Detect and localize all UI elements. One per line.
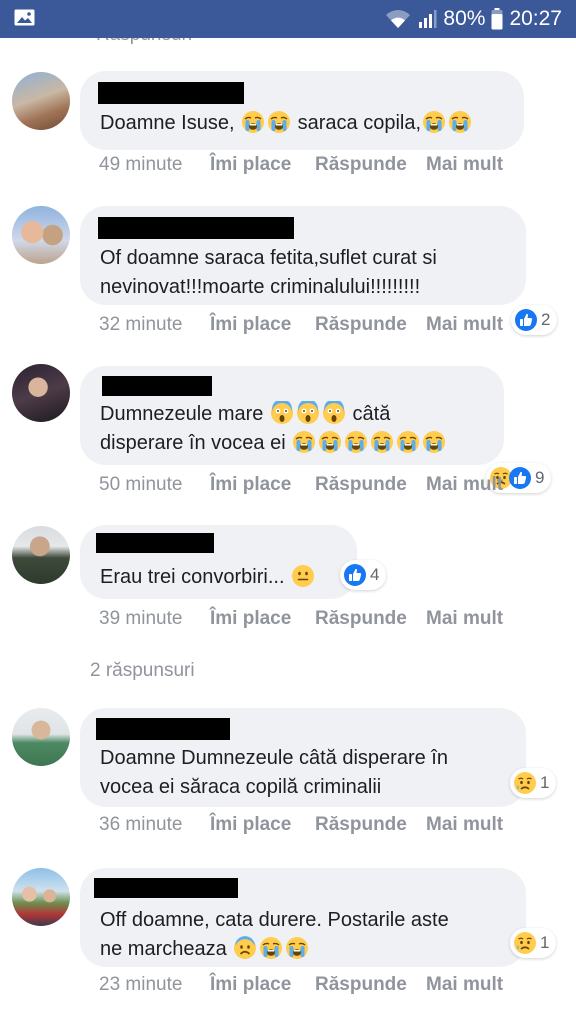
like-button[interactable]: Îmi place [210,154,291,176]
reply-button[interactable]: Răspunde [315,814,407,836]
reaction-summary[interactable]: 1 [510,768,557,798]
redacted-author-name [98,217,294,239]
comment-text: Off doamne, cata durere. Postarile aste … [100,909,449,960]
avatar[interactable] [12,708,70,766]
avatar[interactable] [12,526,70,584]
reaction-count: 4 [370,565,380,584]
like-reaction-icon [343,563,367,587]
reaction-count: 1 [540,773,550,792]
comment-time[interactable]: 23 minute [99,974,182,996]
like-button[interactable]: Îmi place [210,314,291,336]
sad-tear-emoji [513,771,537,795]
crying-emoji [396,430,420,454]
comment-time[interactable]: 39 minute [99,608,182,630]
comment-bubble[interactable]: Doamne Isuse, saraca copila, [80,71,524,150]
scream-emoji [270,401,294,425]
reaction-count: 1 [540,933,550,952]
reaction-count: 2 [541,310,551,329]
comment-time[interactable]: 32 minute [99,314,182,336]
like-button[interactable]: Îmi place [210,974,291,996]
image-icon [14,9,35,26]
scream-emoji [296,401,320,425]
crying-emoji [344,430,368,454]
redacted-author-name [98,82,244,104]
comment-bubble[interactable]: Erau trei convorbiri... [80,525,357,599]
comment-bubble[interactable]: Of doamne saraca fetita,suflet curat si … [80,206,526,305]
redacted-author-name [102,376,212,396]
like-reaction-icon [514,308,538,332]
comment-text: Erau trei convorbiri... [100,563,337,592]
more-button[interactable]: Mai mult [426,814,503,836]
like-button[interactable]: Îmi place [210,814,291,836]
comment-time[interactable]: 36 minute [99,814,182,836]
reaction-summary[interactable]: 2 [511,305,558,335]
crying-emoji [241,110,265,134]
status-bar: 80% 20:27 [0,0,576,38]
comment-time[interactable]: 50 minute [99,474,182,496]
more-button[interactable]: Mai mult [426,474,503,496]
battery-icon [491,8,503,30]
like-reaction-icon [508,466,532,490]
replies-header[interactable]: Răspunsuri [96,38,192,46]
wifi-icon [386,10,411,28]
avatar[interactable] [12,72,70,130]
redacted-author-name [96,533,214,553]
more-button[interactable]: Mai mult [426,154,503,176]
reply-button[interactable]: Răspunde [315,974,407,996]
comment-bubble[interactable]: Dumnezeule mare câtă disperare în vocea … [80,366,504,465]
crying-emoji [292,430,316,454]
crying-emoji [318,430,342,454]
slight-smile-emoji [291,564,315,588]
redacted-author-name [94,878,238,898]
reaction-summary[interactable]: 1 [510,928,557,958]
redacted-author-name [96,718,230,740]
replies-toggle[interactable]: 2 răspunsuri [90,660,195,682]
crying-emoji [370,430,394,454]
comment-text: Dumnezeule mare câtă disperare în vocea … [100,400,484,458]
crying-emoji [448,110,472,134]
reaction-count: 9 [535,468,545,487]
comment-bubble[interactable]: Doamne Dumnezeule câtă disperare în voce… [80,708,526,807]
comment-bubble[interactable]: Off doamne, cata durere. Postarile aste … [80,868,526,967]
status-indicators: 80% 20:27 [385,0,562,38]
like-button[interactable]: Îmi place [210,474,291,496]
clock: 20:27 [509,7,562,30]
more-button[interactable]: Mai mult [426,974,503,996]
reply-button[interactable]: Răspunde [315,608,407,630]
comment-feed[interactable]: Răspunsuri Doamne Isuse, saraca copila, … [0,38,576,1024]
battery-percent: 80% [443,7,486,30]
crying-emoji [422,430,446,454]
comment-time[interactable]: 49 minute [99,154,182,176]
crying-emoji [259,936,283,960]
signal-icon [419,10,437,28]
more-button[interactable]: Mai mult [426,608,503,630]
avatar[interactable] [12,364,70,422]
crying-emoji [285,936,309,960]
reply-button[interactable]: Răspunde [315,314,407,336]
sad-tear-emoji [513,931,537,955]
like-button[interactable]: Îmi place [210,608,291,630]
crying-emoji [267,110,291,134]
comment-text: Of doamne saraca fetita,suflet curat si … [100,247,437,298]
avatar[interactable] [12,868,70,926]
crying-emoji [422,110,446,134]
comment-text: Doamne Dumnezeule câtă disperare în voce… [100,747,448,798]
fearful-emoji [233,936,257,960]
avatar[interactable] [12,206,70,264]
scream-emoji [322,401,346,425]
reply-button[interactable]: Răspunde [315,154,407,176]
reply-button[interactable]: Răspunde [315,474,407,496]
more-button[interactable]: Mai mult [426,314,503,336]
comment-text: Doamne Isuse, saraca copila, [100,109,504,138]
reaction-summary[interactable]: 4 [340,560,387,590]
